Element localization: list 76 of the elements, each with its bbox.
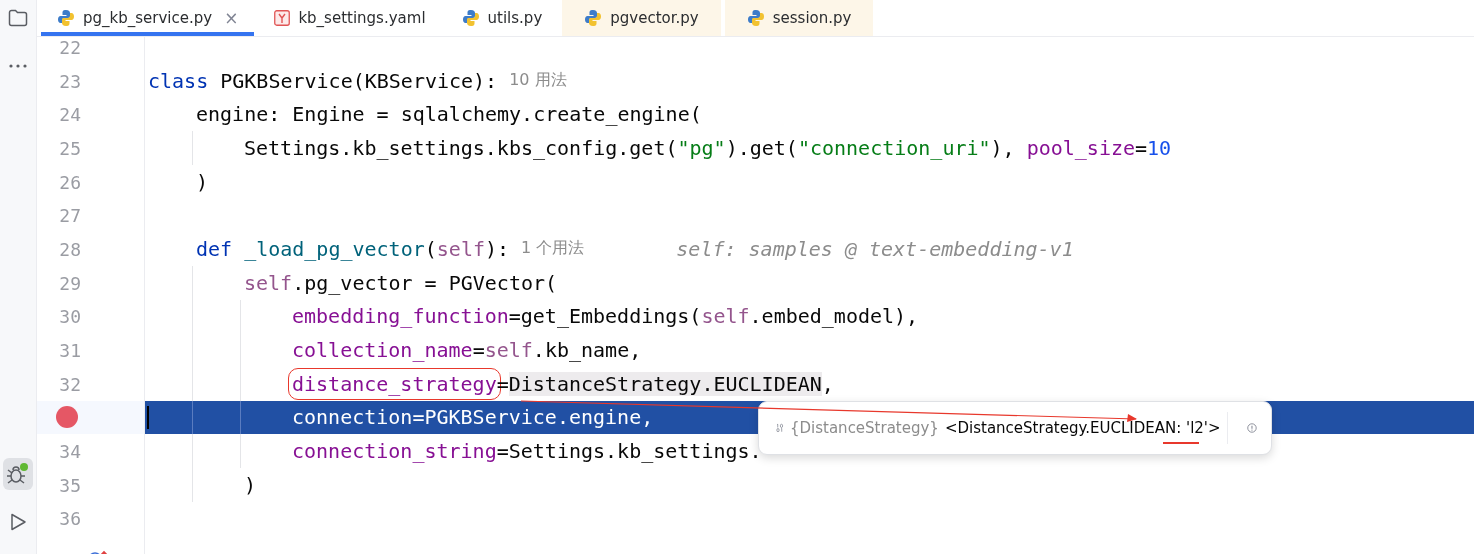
file-tab[interactable]: session.py bbox=[724, 0, 874, 36]
file-tab[interactable]: pgvector.py bbox=[562, 0, 721, 36]
code-text: =get_Embeddings( bbox=[508, 304, 702, 329]
python-file-icon bbox=[746, 9, 765, 27]
code-text: DistanceStrategy.EUCLIDEAN bbox=[508, 371, 822, 396]
folder-icon bbox=[8, 9, 28, 27]
code-text: = bbox=[1135, 135, 1148, 160]
code-text: ): bbox=[484, 236, 510, 261]
bug-icon bbox=[6, 462, 30, 486]
self-keyword: self bbox=[244, 270, 293, 295]
code-text: ).get( bbox=[725, 135, 798, 160]
value-type: {DistanceStrategy} bbox=[789, 419, 939, 437]
code-text: .pg_vector = PGVector( bbox=[292, 270, 558, 295]
usage-hint: 10 用法 bbox=[509, 70, 567, 92]
tab-label: utils.py bbox=[487, 9, 543, 27]
code-text: .embed_model), bbox=[749, 304, 919, 329]
line-number: 24 bbox=[59, 103, 81, 125]
code-text: PGKBService(KBService): bbox=[220, 68, 498, 93]
tab-label: pg_kb_service.py bbox=[83, 9, 213, 27]
code-text: = bbox=[472, 338, 485, 363]
line-number: 27 bbox=[59, 204, 81, 226]
number-literal: 10 bbox=[1147, 135, 1172, 160]
line-number: 32 bbox=[59, 373, 81, 395]
file-tab[interactable]: pg_kb_service.py × bbox=[41, 0, 255, 36]
line-number: 30 bbox=[59, 305, 81, 327]
python-file-icon bbox=[584, 9, 603, 27]
parameter-name: connection_string bbox=[292, 439, 497, 464]
code-text: ) bbox=[244, 472, 257, 497]
file-tab[interactable]: utils.py bbox=[445, 0, 559, 36]
code-text: connection=PGKBService.engine, bbox=[292, 405, 654, 430]
code-text: engine: Engine = sqlalchemy.create_engine( bbox=[196, 102, 702, 127]
code-text: Settings.kb_settings.kbs_config.get( bbox=[244, 135, 678, 160]
line-number: 35 bbox=[59, 474, 81, 496]
self-keyword: self bbox=[701, 304, 750, 329]
close-tab-button[interactable]: × bbox=[224, 8, 239, 28]
line-number: 28 bbox=[59, 238, 81, 260]
parameter-name: pool_size bbox=[1026, 135, 1136, 160]
line-number: 22 bbox=[59, 37, 81, 58]
file-tab[interactable]: kb_settings.yaml bbox=[258, 0, 442, 36]
line-number: 25 bbox=[59, 137, 81, 159]
code-text: , bbox=[821, 371, 834, 396]
yaml-file-icon bbox=[274, 10, 291, 26]
debug-button[interactable] bbox=[3, 458, 33, 490]
breakpoint-icon[interactable] bbox=[56, 406, 78, 429]
code-text: .kb_name, bbox=[532, 338, 642, 363]
parameter-name: collection_name bbox=[292, 338, 473, 363]
play-icon bbox=[8, 512, 28, 532]
inline-debug-value: self: samples @ text-embedding-v1 bbox=[676, 236, 1074, 261]
line-number: 36 bbox=[59, 507, 81, 529]
code-text: ) bbox=[196, 169, 209, 194]
function-name: _load_pg_vector bbox=[244, 236, 425, 261]
tab-label: kb_settings.yaml bbox=[298, 9, 426, 27]
line-number: 23 bbox=[59, 70, 81, 92]
code-text: =Settings.kb_settings. bbox=[496, 439, 762, 464]
code-text: ( bbox=[424, 236, 437, 261]
python-file-icon bbox=[57, 9, 75, 27]
value-text: <DistanceStrategy.EUCLIDEAN: 'l2'> bbox=[944, 419, 1221, 437]
self-keyword: self bbox=[436, 236, 485, 261]
tab-label: pgvector.py bbox=[610, 9, 699, 27]
usage-hint: 1 个用法 bbox=[521, 238, 585, 260]
code-text: ), bbox=[990, 135, 1015, 160]
keyword: def bbox=[196, 236, 233, 261]
python-file-icon bbox=[461, 9, 480, 27]
line-number: 34 bbox=[59, 440, 81, 462]
text-caret bbox=[147, 405, 149, 430]
self-keyword: self bbox=[484, 338, 533, 363]
tab-label: session.py bbox=[772, 9, 852, 27]
parameter-name: embedding_function bbox=[292, 304, 509, 329]
string-literal: "connection_uri" bbox=[797, 135, 991, 160]
line-number: 29 bbox=[59, 272, 81, 294]
line-number: 26 bbox=[59, 171, 81, 193]
more-icon bbox=[8, 63, 28, 69]
string-literal: "pg" bbox=[677, 135, 726, 160]
annotation-underline bbox=[1163, 442, 1199, 444]
line-number: 31 bbox=[59, 339, 81, 361]
keyword: class bbox=[148, 68, 209, 93]
